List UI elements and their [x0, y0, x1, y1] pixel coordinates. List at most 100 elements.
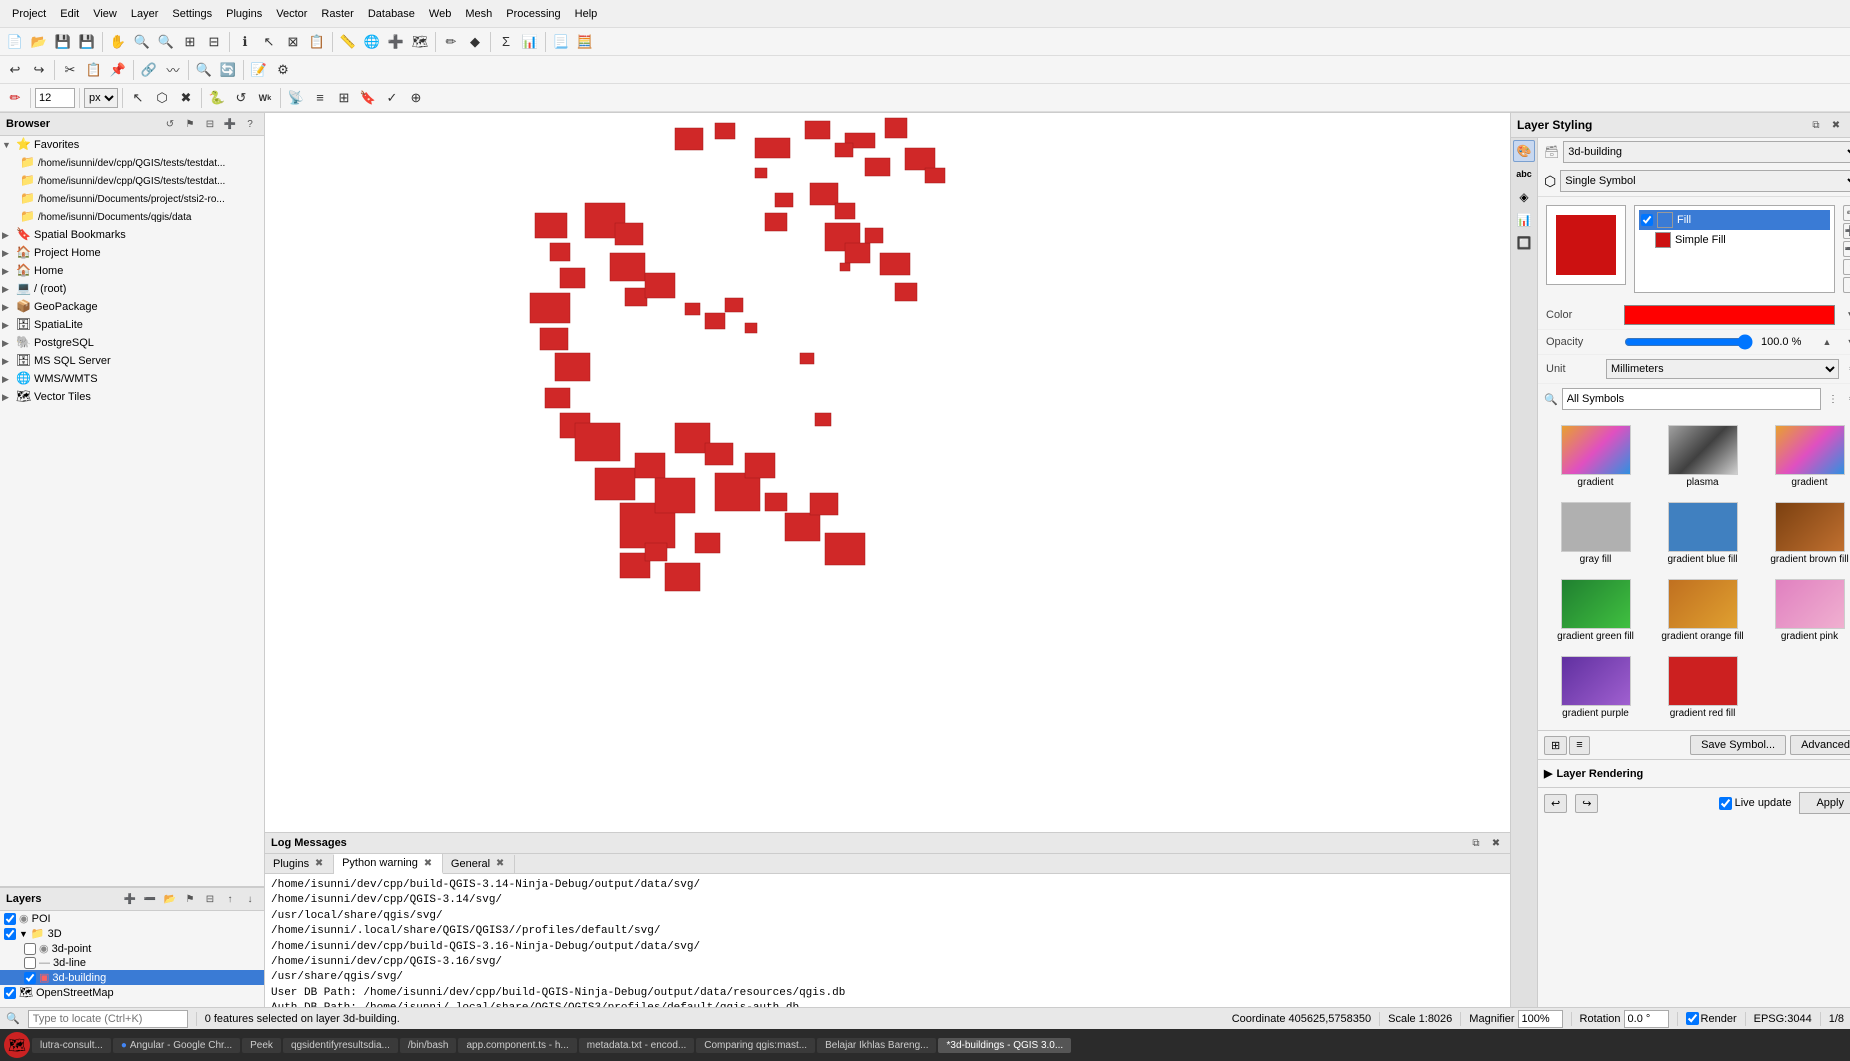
georef-btn[interactable]: ⊕: [405, 87, 427, 109]
tree-item-project-home[interactable]: ▶ 🏠 Project Home: [0, 244, 264, 262]
paste-btn[interactable]: 📌: [107, 59, 129, 81]
copy-btn[interactable]: 📋: [83, 59, 105, 81]
styling-pin-btn[interactable]: ⧉: [1808, 117, 1824, 133]
taskbar-item-metadata[interactable]: metadata.txt - encod...: [579, 1038, 695, 1053]
symbol-gradient-purple[interactable]: gradient purple: [1544, 651, 1647, 724]
menu-mesh[interactable]: Mesh: [459, 7, 498, 21]
live-update-label[interactable]: Live update: [1719, 797, 1792, 810]
symbol-gradient-pink[interactable]: gradient pink: [1758, 574, 1850, 647]
add-wms-btn[interactable]: 🌐: [361, 31, 383, 53]
zoom-full-btn[interactable]: ⊞: [179, 31, 201, 53]
select-feature-btn[interactable]: ↖: [127, 87, 149, 109]
symbol-type-select[interactable]: Single Symbol: [1560, 170, 1850, 192]
search-options-btn[interactable]: ⋮: [1825, 391, 1841, 407]
deselect-btn[interactable]: ⊠: [282, 31, 304, 53]
undo-btn[interactable]: ↩: [4, 59, 26, 81]
open-table-btn[interactable]: 📋: [306, 31, 328, 53]
layer-3dbuilding[interactable]: ▣ 3d-building: [0, 970, 264, 985]
add-vector-btn[interactable]: ➕: [385, 31, 407, 53]
log-close-btn[interactable]: ✖: [1488, 835, 1504, 851]
style-icon-label[interactable]: abc: [1513, 163, 1535, 185]
cut-btn[interactable]: ✂: [59, 59, 81, 81]
identify-btn[interactable]: ℹ: [234, 31, 256, 53]
layers-add-btn[interactable]: ➕: [122, 891, 138, 907]
search-filter-btn[interactable]: ⚙: [1845, 391, 1850, 407]
add-raster-btn[interactable]: 🗺: [409, 31, 431, 53]
unit-select-dropdown[interactable]: Millimeters Pixels Map units: [1606, 359, 1839, 379]
taskbar-item-lutra[interactable]: lutra-consult...: [32, 1038, 111, 1053]
tree-item-vector-tiles[interactable]: ▶ 🗺 Vector Tiles: [0, 388, 264, 406]
tree-item-home[interactable]: ▶ 🏠 Home: [0, 262, 264, 280]
layer-osm[interactable]: 🗺 OpenStreetMap: [0, 985, 264, 1000]
symbol-gradient-red[interactable]: gradient red fill: [1651, 651, 1754, 724]
sum-btn[interactable]: Σ: [495, 31, 517, 53]
taskbar-item-vscode[interactable]: app.component.ts - h...: [458, 1038, 576, 1053]
wkt-btn[interactable]: Wk: [254, 87, 276, 109]
layer-poi-checkbox[interactable]: [4, 913, 16, 925]
layer-3d-checkbox[interactable]: [4, 928, 16, 940]
menu-settings[interactable]: Settings: [166, 7, 218, 21]
symbol-down-btn[interactable]: ↓: [1843, 277, 1850, 293]
symbol-plasma[interactable]: plasma: [1651, 420, 1754, 493]
symbol-search-input[interactable]: [1562, 388, 1821, 410]
layer-3dpoint-checkbox[interactable]: [24, 943, 36, 955]
menu-layer[interactable]: Layer: [125, 7, 165, 21]
symbol-preview-box[interactable]: [1546, 205, 1626, 285]
symbol-gradient-1[interactable]: gradient: [1544, 420, 1647, 493]
history-btn[interactable]: ↺: [230, 87, 252, 109]
overview-btn[interactable]: ⊞: [333, 87, 355, 109]
browser-collapse-btn[interactable]: ⊟: [202, 116, 218, 132]
menu-raster[interactable]: Raster: [315, 7, 359, 21]
menu-project[interactable]: Project: [6, 7, 52, 21]
taskbar-item-bash[interactable]: /bin/bash: [400, 1038, 457, 1053]
zoom-in-btn[interactable]: 🔍: [131, 31, 153, 53]
taskbar-qgis-icon[interactable]: 🗺: [4, 1032, 30, 1058]
browser-add-btn[interactable]: ➕: [222, 116, 238, 132]
symbol-gradient-brown[interactable]: gradient brown fill: [1758, 497, 1850, 570]
style-icon-3d[interactable]: ◈: [1513, 186, 1535, 208]
taskbar-item-qgs-identify[interactable]: qgsidentifyresultsdia...: [283, 1038, 398, 1053]
advanced-btn[interactable]: Advanced: [1790, 735, 1850, 755]
spatial-bookmark-btn[interactable]: 🔖: [357, 87, 379, 109]
style-icon-mask[interactable]: 🔲: [1513, 232, 1535, 254]
tab-plugins[interactable]: Plugins ✖: [265, 855, 334, 873]
symbol-gradient-orange[interactable]: gradient orange fill: [1651, 574, 1754, 647]
tab-plugins-close[interactable]: ✖: [313, 858, 325, 870]
symbol-tree-simple-fill[interactable]: Simple Fill: [1639, 230, 1830, 250]
digitize-btn[interactable]: ✏: [440, 31, 462, 53]
zoom-search-btn[interactable]: 🔍: [193, 59, 215, 81]
tree-item-spatialite[interactable]: ▶ 🗄 SpatiaLite: [0, 316, 264, 334]
menu-database[interactable]: Database: [362, 7, 421, 21]
tree-item-wms[interactable]: ▶ 🌐 WMS/WMTS: [0, 370, 264, 388]
tree-item-mssql[interactable]: ▶ 🗄 MS SQL Server: [0, 352, 264, 370]
opacity-up-btn[interactable]: ▲: [1819, 334, 1835, 350]
unit-select[interactable]: px: [84, 88, 118, 108]
symbol-tree-fill[interactable]: Fill: [1639, 210, 1830, 230]
open-project-btn[interactable]: 📂: [28, 31, 50, 53]
layer-rendering-header[interactable]: ▶ Layer Rendering: [1544, 764, 1850, 783]
tree-item-root[interactable]: ▶ 💻 / (root): [0, 280, 264, 298]
layer-3dline-checkbox[interactable]: [24, 957, 36, 969]
taskbar-item-chrome[interactable]: ● Angular - Google Chr...: [113, 1038, 240, 1053]
new-project-btn[interactable]: 📄: [4, 31, 26, 53]
taskbar-item-qgis-active[interactable]: *3d-buildings - QGIS 3.0...: [938, 1038, 1071, 1053]
stats-btn[interactable]: 📊: [519, 31, 541, 53]
python-btn[interactable]: 🐍: [206, 87, 228, 109]
menu-web[interactable]: Web: [423, 7, 457, 21]
symbol-gradient-blue[interactable]: gradient blue fill: [1651, 497, 1754, 570]
symbol-gray-fill[interactable]: gray fill: [1544, 497, 1647, 570]
font-size-input[interactable]: [35, 88, 75, 108]
layers-collapse-btn[interactable]: ⊟: [202, 891, 218, 907]
edit-toggle-btn[interactable]: ✏: [4, 87, 26, 109]
tab-general-close[interactable]: ✖: [494, 858, 506, 870]
magnifier-input[interactable]: [1518, 1010, 1563, 1028]
render-checkbox[interactable]: [1686, 1012, 1699, 1025]
style-icon-diagram[interactable]: 📊: [1513, 209, 1535, 231]
node-btn[interactable]: ◆: [464, 31, 486, 53]
symbol-add-btn[interactable]: ➕: [1843, 223, 1850, 239]
layer-poi[interactable]: ◉ POI: [0, 911, 264, 926]
symbol-up-btn[interactable]: ↑: [1843, 259, 1850, 275]
layer-3d-group[interactable]: ▼ 📁 3D: [0, 926, 264, 941]
select-btn[interactable]: ↖: [258, 31, 280, 53]
save-as-btn[interactable]: 💾: [76, 31, 98, 53]
